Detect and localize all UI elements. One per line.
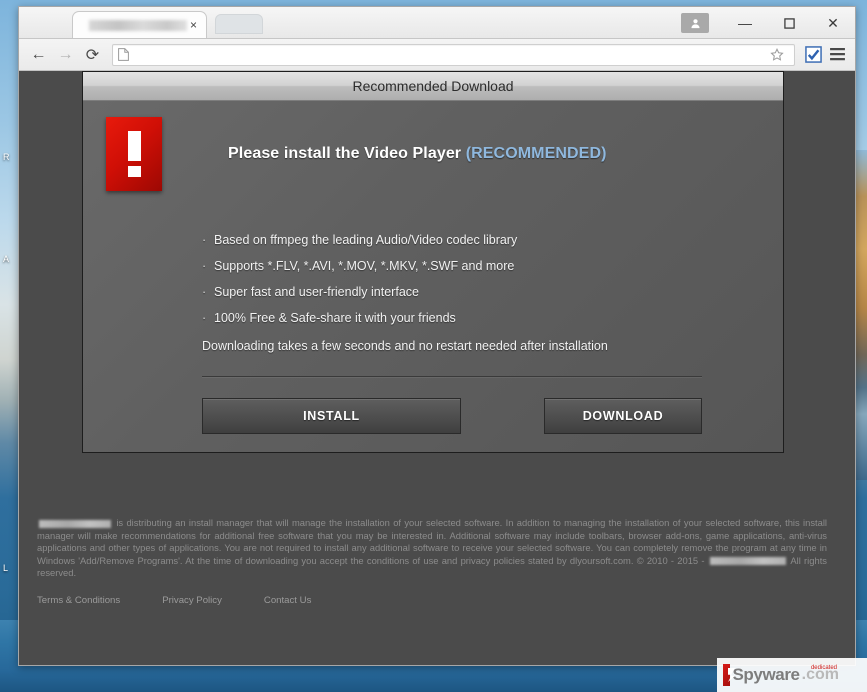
download-note: Downloading takes a few seconds and no r… <box>202 339 608 353</box>
download-button[interactable]: DOWNLOAD <box>544 398 702 434</box>
feature-text: 100% Free & Safe-share it with your frie… <box>214 311 456 325</box>
feature-text: Supports *.FLV, *.AVI, *.MOV, *.MKV, *.S… <box>214 259 515 273</box>
desktop-icon-r[interactable]: R <box>3 152 10 162</box>
browser-toolbar: ← → ⟳ <box>19 39 855 71</box>
back-icon[interactable]: ← <box>25 42 52 68</box>
checkbox-extension-icon[interactable] <box>801 46 825 63</box>
user-icon[interactable] <box>681 13 709 33</box>
desktop-icon-l[interactable]: L <box>3 563 8 573</box>
redacted-company-name-2 <box>709 557 786 566</box>
install-button[interactable]: INSTALL <box>202 398 461 434</box>
window-controls: — ✕ <box>681 7 855 39</box>
terms-link[interactable]: Terms & Conditions <box>37 595 120 606</box>
headline-recommended: (RECOMMENDED) <box>465 145 607 162</box>
window-close-button[interactable]: ✕ <box>811 8 855 38</box>
list-item: · 100% Free & Safe-share it with your fr… <box>202 311 783 325</box>
reload-icon[interactable]: ⟳ <box>79 42 106 68</box>
redacted-company-name <box>39 519 111 528</box>
window-maximize-button[interactable] <box>767 8 811 38</box>
feature-list: · Based on ffmpeg the leading Audio/Vide… <box>202 233 783 325</box>
watermark-tagline: dedicated <box>810 665 837 671</box>
watermark-brand: Spyware <box>732 665 800 684</box>
list-item: · Based on ffmpeg the leading Audio/Vide… <box>202 233 783 247</box>
page-viewport: Recommended Download Please install the … <box>19 71 855 665</box>
legal-text-part1: is distributing an install manager that … <box>37 517 827 566</box>
contact-link[interactable]: Contact Us <box>264 595 311 606</box>
footer-links: Terms & Conditions Privacy Policy Contac… <box>37 595 311 606</box>
desktop-icon-a[interactable]: A <box>3 254 9 264</box>
dialog-hero: Please install the Video Player (RECOMME… <box>83 117 783 191</box>
exclamation-icon <box>106 117 162 191</box>
privacy-link[interactable]: Privacy Policy <box>162 595 222 606</box>
feature-text: Super fast and user-friendly interface <box>214 285 419 299</box>
window-minimize-button[interactable]: — <box>723 8 767 38</box>
dialog-actions: INSTALL DOWNLOAD <box>202 398 702 434</box>
spyware-logo-icon <box>723 664 731 686</box>
star-icon[interactable] <box>765 47 789 62</box>
browser-tab-active[interactable]: × <box>72 11 207 38</box>
hamburger-menu-icon[interactable] <box>825 48 849 61</box>
browser-window: × — ✕ ← → ⟳ Recommended Download Please … <box>18 6 856 666</box>
bullet-icon: · <box>202 233 207 247</box>
list-item: · Supports *.FLV, *.AVI, *.MOV, *.MKV, *… <box>202 259 783 273</box>
headline-main: Please install the Video Player <box>228 145 466 162</box>
dialog-divider <box>202 376 702 377</box>
new-tab-button[interactable] <box>215 14 263 34</box>
legal-disclaimer: is distributing an install manager that … <box>37 517 827 580</box>
dialog-headline: Please install the Video Player (RECOMME… <box>228 145 607 163</box>
address-input[interactable] <box>134 48 765 61</box>
document-icon <box>118 48 129 61</box>
tab-strip: × — ✕ <box>19 7 855 39</box>
list-item: · Super fast and user-friendly interface <box>202 285 783 299</box>
tab-close-icon[interactable]: × <box>187 19 200 31</box>
forward-icon[interactable]: → <box>52 42 79 68</box>
bullet-icon: · <box>202 285 207 299</box>
address-bar[interactable] <box>112 43 795 66</box>
dialog-body: Please install the Video Player (RECOMME… <box>83 101 783 434</box>
recommended-download-dialog: Recommended Download Please install the … <box>82 71 784 453</box>
tab-title-redacted <box>89 19 187 31</box>
feature-text: Based on ffmpeg the leading Audio/Video … <box>214 233 518 247</box>
site-watermark: Spyware .com dedicated <box>717 658 867 692</box>
bullet-icon: · <box>202 259 207 273</box>
dialog-title: Recommended Download <box>83 72 783 101</box>
bullet-icon: · <box>202 311 207 325</box>
